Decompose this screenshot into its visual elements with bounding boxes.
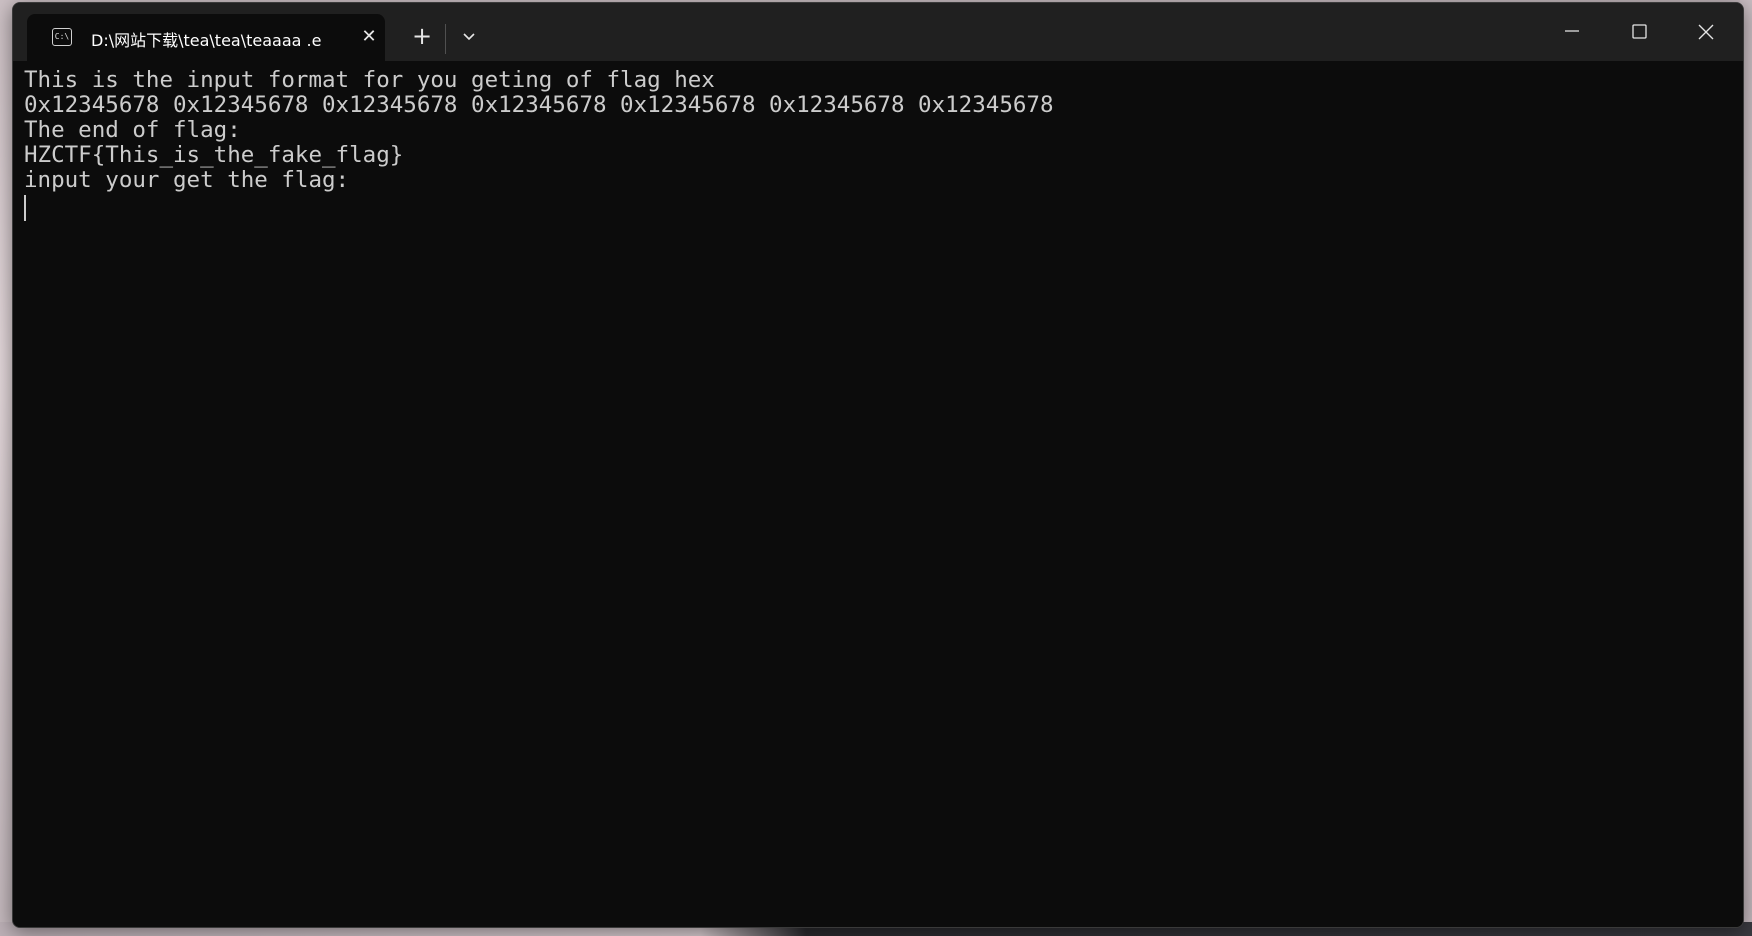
terminal-line: 0x12345678 0x12345678 0x12345678 0x12345… — [24, 92, 1054, 118]
tab-active[interactable]: C:\ D:\网站下载\tea\tea\teaaaa .e ✕ — [27, 14, 385, 61]
console-icon: C:\ — [52, 28, 72, 46]
terminal-content[interactable]: This is the input format for you geting … — [13, 61, 1743, 927]
terminal-line: This is the input format for you geting … — [24, 67, 715, 93]
text-cursor — [24, 195, 26, 221]
minimize-button[interactable] — [1537, 3, 1605, 61]
close-icon — [1698, 24, 1714, 40]
terminal-line: input your get the flag: — [24, 167, 350, 193]
tab-dropdown-button[interactable] — [453, 21, 485, 53]
terminal-window: C:\ D:\网站下载\tea\tea\teaaaa .e ✕ + This i… — [12, 2, 1744, 928]
maximize-icon — [1632, 24, 1647, 39]
chevron-down-icon — [463, 33, 475, 41]
tab-close-icon[interactable]: ✕ — [357, 25, 381, 49]
new-tab-button[interactable]: + — [406, 21, 438, 53]
minimize-icon — [1565, 30, 1579, 32]
maximize-button[interactable] — [1605, 3, 1673, 61]
title-bar[interactable]: C:\ D:\网站下载\tea\tea\teaaaa .e ✕ + — [13, 3, 1743, 61]
tab-title: D:\网站下载\tea\tea\teaaaa .e — [91, 31, 322, 50]
terminal-line: The end of flag: — [24, 117, 241, 143]
close-window-button[interactable] — [1673, 3, 1741, 61]
tab-separator — [445, 24, 446, 54]
terminal-line: HZCTF{This_is_the_fake_flag} — [24, 142, 404, 168]
